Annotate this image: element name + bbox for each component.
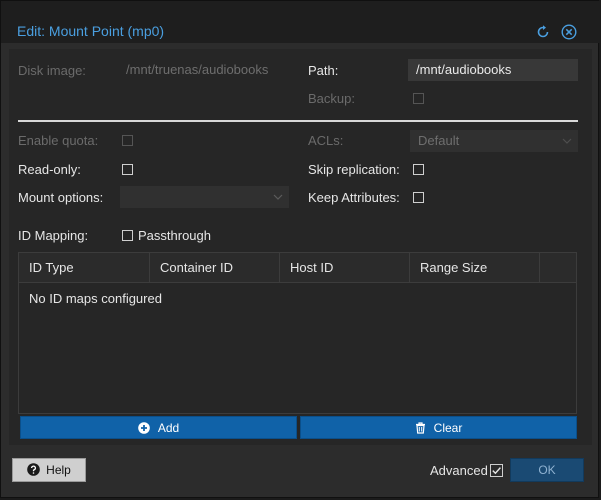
chevron-down-icon	[562, 138, 572, 144]
reset-icon[interactable]	[535, 24, 551, 40]
grid-empty-text: No ID maps configured	[29, 291, 162, 306]
help-button[interactable]: Help	[12, 458, 86, 482]
chevron-down-icon[interactable]	[273, 194, 283, 200]
passthrough-checkbox[interactable]	[122, 230, 133, 241]
clear-button[interactable]: Clear	[300, 416, 577, 439]
mount-options-select[interactable]	[120, 186, 289, 208]
acls-select: Default	[410, 130, 578, 152]
keep-attributes-checkbox[interactable]	[413, 192, 424, 203]
mount-options-label: Mount options:	[18, 190, 104, 205]
dialog-titlebar: Edit: Mount Point (mp0)	[1, 1, 600, 43]
help-button-label: Help	[46, 463, 71, 477]
acls-label: ACLs:	[308, 133, 344, 148]
keep-attributes-label: Keep Attributes:	[308, 190, 400, 205]
grid-header: ID Type Container ID Host ID Range Size	[19, 253, 576, 283]
backup-checkbox	[413, 93, 424, 104]
read-only-label: Read-only:	[18, 162, 81, 177]
enable-quota-checkbox	[122, 135, 133, 146]
dialog-title: Edit: Mount Point (mp0)	[17, 23, 165, 39]
ok-button[interactable]: OK	[510, 458, 584, 482]
add-button-label: Add	[157, 421, 180, 435]
disk-image-label: Disk image:	[18, 63, 86, 78]
edit-mount-point-dialog: Edit: Mount Point (mp0) Disk image: /mnt…	[0, 0, 600, 498]
id-mapping-label: ID Mapping:	[18, 228, 89, 243]
column-host-id[interactable]: Host ID	[280, 253, 410, 282]
trash-icon	[415, 422, 425, 434]
skip-replication-checkbox[interactable]	[413, 164, 424, 175]
question-circle-icon	[27, 463, 40, 477]
column-container-id[interactable]: Container ID	[150, 253, 280, 282]
advanced-checkbox[interactable]	[490, 464, 503, 477]
advanced-label[interactable]: Advanced	[430, 463, 488, 479]
close-icon[interactable]	[561, 24, 577, 40]
column-id-type[interactable]: ID Type	[19, 253, 150, 282]
path-input[interactable]: /mnt/audiobooks	[408, 59, 578, 81]
clear-button-label: Clear	[433, 421, 463, 435]
read-only-checkbox[interactable]	[122, 164, 133, 175]
enable-quota-label: Enable quota:	[18, 133, 99, 148]
backup-label: Backup:	[308, 91, 355, 106]
disk-image-field: /mnt/truenas/audiobooks	[126, 62, 269, 77]
column-range-size[interactable]: Range Size	[410, 253, 540, 282]
id-map-grid: ID Type Container ID Host ID Range Size …	[18, 252, 577, 414]
path-label: Path:	[308, 63, 339, 78]
skip-replication-label: Skip replication:	[308, 162, 400, 177]
add-button[interactable]: Add	[20, 416, 297, 439]
plus-circle-icon	[138, 422, 150, 434]
section-divider	[18, 120, 578, 122]
passthrough-label[interactable]: Passthrough	[138, 228, 211, 244]
